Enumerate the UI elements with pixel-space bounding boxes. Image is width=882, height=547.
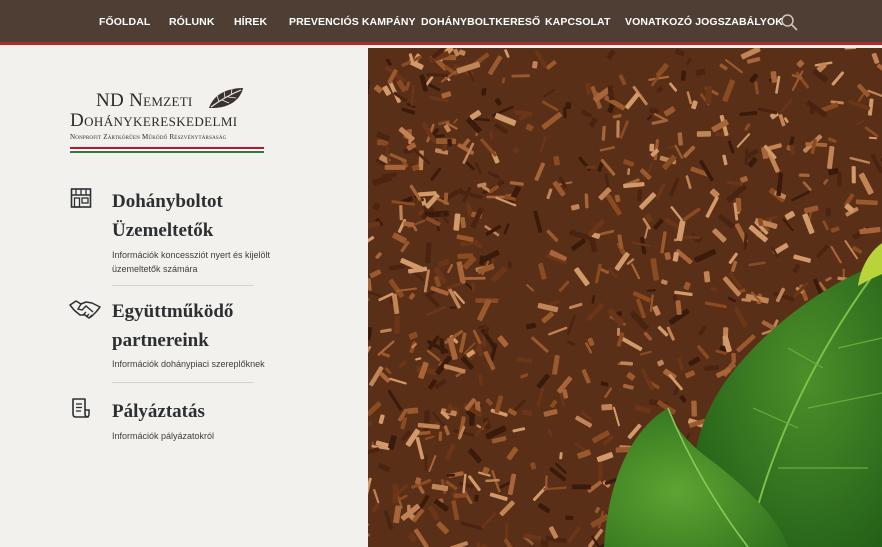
divider xyxy=(112,285,254,286)
handshake-icon xyxy=(69,300,101,319)
section-description: Információk pályázatokról xyxy=(112,431,215,441)
nav-item-dohanyboltkereso[interactable]: DOHÁNYBOLTKERESŐ xyxy=(421,0,540,45)
hero-tobacco-image xyxy=(368,48,882,547)
section-title: Pályáztatás xyxy=(112,401,205,422)
nav-item-vonatkozo-jogszabalyok[interactable]: VONATKOZÓ JOGSZABÁLYOK xyxy=(625,0,783,45)
section-description: Információk koncessziót nyert és kijelöl… xyxy=(112,250,271,274)
nav-item-hirek[interactable]: HÍREK xyxy=(234,0,267,45)
logo[interactable]: ND Nemzeti Dohánykereskedelmi Nonprofit … xyxy=(70,86,270,166)
nav-item-fooldal[interactable]: FŐOLDAL xyxy=(99,0,150,45)
shop-icon xyxy=(70,188,92,208)
section-title: Dohányboltot Üzemeltetők xyxy=(112,191,223,241)
nav-item-kapcsolat[interactable]: KAPCSOLAT xyxy=(545,0,610,45)
search-icon[interactable] xyxy=(780,13,798,31)
nav-item-rolunk[interactable]: RÓLUNK xyxy=(169,0,215,45)
logo-line-1: ND Nemzeti xyxy=(96,90,193,111)
top-navigation: FŐOLDAL RÓLUNK HÍREK PREVENCIÓS KAMPÁNY … xyxy=(0,0,882,45)
nav-item-prevencios-kampany[interactable]: PREVENCIÓS KAMPÁNY xyxy=(289,0,416,45)
left-panel: ND Nemzeti Dohánykereskedelmi Nonprofit … xyxy=(0,48,368,547)
tobacco-leaves-illustration xyxy=(368,48,882,547)
section-title: Együttműködő partnereink xyxy=(112,301,234,351)
logo-line-3: Nonprofit Zártkörűen Működő Részvénytárs… xyxy=(70,133,227,141)
logo-line-2: Dohánykereskedelmi xyxy=(70,110,238,131)
section-palyaztatas[interactable]: Pályáztatás Információk pályázatokról xyxy=(70,397,290,447)
section-description: Információk dohánypiaci szereplőknek xyxy=(112,359,265,369)
tobacco-leaf-icon xyxy=(209,88,243,108)
document-icon xyxy=(72,398,90,418)
hungarian-flag-stripe xyxy=(70,147,264,153)
section-egyuttmukodo-partnereink[interactable]: Együttműködő partnereink Információk doh… xyxy=(69,297,290,377)
section-dohanyboltot-uzemeltetok[interactable]: Dohányboltot Üzemeltetők Információk kon… xyxy=(70,187,290,297)
divider xyxy=(112,382,254,383)
